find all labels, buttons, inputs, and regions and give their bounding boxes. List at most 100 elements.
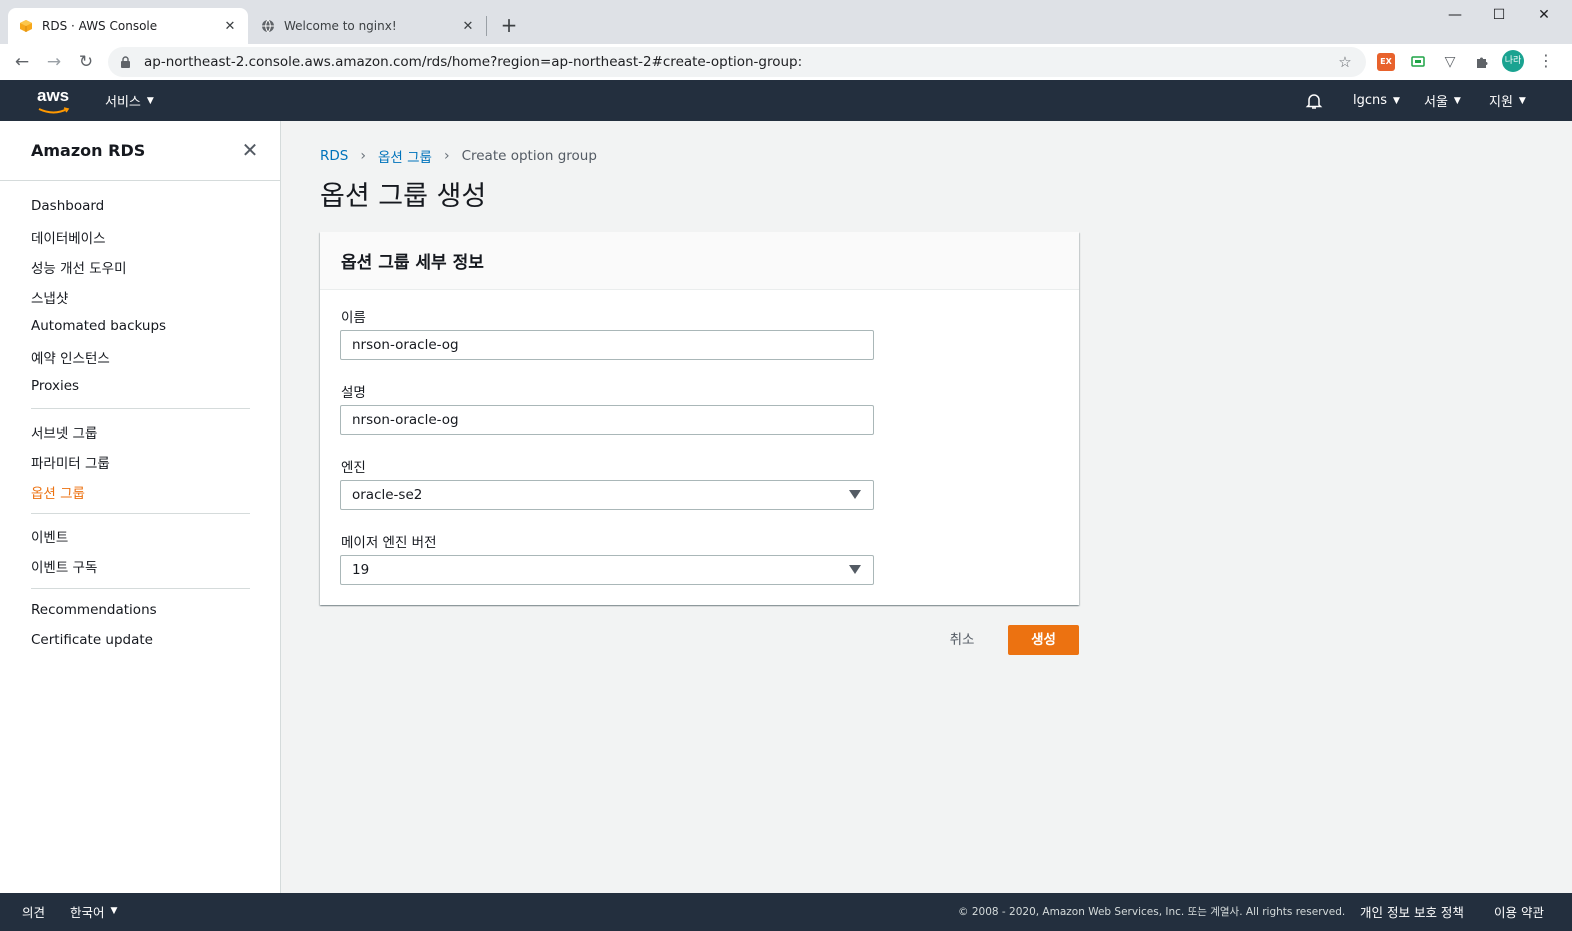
breadcrumb-current: Create option group [461, 148, 597, 164]
region-menu[interactable]: 서울 ▼ [1424, 80, 1461, 121]
sidebar-item-event-subscriptions[interactable]: 이벤트 구독 [31, 556, 97, 576]
reload-icon[interactable]: ↻ [72, 48, 100, 76]
profile-avatar[interactable]: 나라 [1502, 50, 1524, 72]
breadcrumb: RDS › 옵션 그룹 › Create option group [320, 146, 597, 166]
services-label: 서비스 [105, 95, 141, 110]
major-version-select-value: 19 [352, 562, 370, 578]
browser-tab-rds[interactable]: RDS · AWS Console ✕ [8, 8, 248, 44]
chevron-right-icon: › [443, 148, 450, 164]
sidebar-item-proxies[interactable]: Proxies [31, 378, 79, 394]
major-version-select[interactable]: 19 [340, 555, 874, 585]
browser-tabstrip: RDS · AWS Console ✕ Welcome to nginx! ✕ … [0, 0, 1572, 44]
description-input-value: nrson-oracle-og [352, 412, 459, 428]
sidebar-divider [0, 180, 280, 181]
aws-cube-icon [18, 18, 34, 34]
sidebar-item-events[interactable]: 이벤트 [31, 526, 68, 546]
create-button[interactable]: 생성 [1008, 625, 1079, 655]
sidebar-item-snapshots[interactable]: 스냅샷 [31, 287, 68, 307]
name-label: 이름 [341, 310, 366, 326]
aws-footer: 의견 한국어 ▼ © 2008 - 2020, Amazon Web Servi… [0, 893, 1572, 931]
caret-down-icon: ▼ [1518, 95, 1526, 106]
new-tab-plus-icon[interactable]: + [497, 13, 521, 37]
panel-title: 옵션 그룹 세부 정보 [341, 253, 484, 273]
sidebar-item-performance-insights[interactable]: 성능 개선 도우미 [31, 257, 127, 277]
caret-down-icon [849, 490, 861, 499]
panel-header: 옵션 그룹 세부 정보 [320, 232, 1079, 290]
sidebar-item-databases[interactable]: 데이터베이스 [31, 227, 106, 247]
description-input[interactable]: nrson-oracle-og [340, 405, 874, 435]
sidebar-item-recommendations[interactable]: Recommendations [31, 602, 157, 618]
sidebar-item-certificate-update[interactable]: Certificate update [31, 632, 153, 648]
engine-label: 엔진 [341, 460, 366, 476]
caret-down-icon: ▼ [1453, 95, 1461, 106]
sidebar-divider [31, 588, 250, 589]
sidebar-item-option-groups[interactable]: 옵션 그룹 [31, 482, 85, 502]
notifications-bell[interactable] [1305, 80, 1323, 121]
extension-green-icon[interactable] [1409, 53, 1427, 71]
caret-down-icon: ▼ [110, 906, 118, 916]
feedback-label: 의견 [22, 904, 46, 920]
privacy-policy-link[interactable]: 개인 정보 보호 정책 [1360, 893, 1464, 929]
minimize-icon[interactable]: — [1432, 0, 1478, 32]
sidebar-divider [31, 408, 250, 409]
page-title: 옵션 그룹 생성 [320, 181, 487, 212]
caret-down-icon: ▼ [146, 95, 154, 106]
aws-logo-text: aws [37, 86, 70, 105]
language-label: 한국어 [70, 904, 105, 920]
major-version-label: 메이저 엔진 버전 [341, 535, 437, 551]
bookmark-star-icon[interactable]: ☆ [1336, 53, 1354, 71]
engine-select-value: oracle-se2 [352, 487, 423, 503]
browser-tab-nginx[interactable]: Welcome to nginx! ✕ [250, 8, 486, 44]
sidebar-item-dashboard[interactable]: Dashboard [31, 198, 104, 214]
lock-icon [120, 55, 134, 69]
extension-v-icon[interactable]: ▽ [1441, 53, 1459, 71]
sidebar-item-automated-backups[interactable]: Automated backups [31, 318, 166, 334]
sidebar-title: Amazon RDS [31, 141, 146, 160]
feedback-link[interactable]: 의견 [22, 893, 45, 929]
region-label: 서울 [1424, 95, 1448, 110]
close-icon[interactable]: ✕ [460, 19, 476, 34]
close-icon[interactable]: ✕ [240, 139, 260, 161]
breadcrumb-option-groups[interactable]: 옵션 그룹 [378, 146, 432, 166]
aws-top-nav: aws 서비스 ▼ lgcns ▼ 서울 ▼ 지원 ▼ [0, 80, 1572, 121]
puzzle-extensions-icon[interactable] [1473, 53, 1491, 71]
chevron-right-icon: › [360, 148, 366, 164]
copyright-text: © 2008 - 2020, Amazon Web Services, Inc.… [958, 905, 1346, 918]
browser-toolbar: ← → ↻ ap-northeast-2.console.aws.amazon.… [0, 44, 1572, 80]
description-label: 설명 [341, 385, 366, 401]
support-label: 지원 [1489, 95, 1513, 110]
close-icon[interactable]: ✕ [222, 19, 238, 34]
rds-sidebar: Amazon RDS ✕ Dashboard 데이터베이스 성능 개선 도우미 … [0, 121, 281, 893]
support-menu[interactable]: 지원 ▼ [1489, 80, 1526, 121]
aws-smile-icon [38, 107, 70, 114]
option-group-details-panel: 옵션 그룹 세부 정보 이름 nrson-oracle-og 설명 nrson-… [320, 232, 1079, 605]
maximize-icon[interactable]: ☐ [1476, 0, 1522, 32]
caret-down-icon: ▼ [1393, 95, 1400, 106]
engine-select[interactable]: oracle-se2 [340, 480, 874, 510]
extension-ex-icon[interactable]: EX [1377, 53, 1395, 71]
forward-arrow-icon[interactable]: → [40, 48, 68, 76]
bell-icon [1305, 93, 1323, 109]
back-arrow-icon[interactable]: ← [8, 48, 36, 76]
cancel-button[interactable]: 취소 [936, 625, 988, 655]
name-input[interactable]: nrson-oracle-og [340, 330, 874, 360]
aws-logo[interactable]: aws [37, 86, 73, 116]
account-label: lgcns [1353, 93, 1388, 108]
breadcrumb-rds[interactable]: RDS [320, 148, 348, 164]
tab-separator [486, 16, 487, 36]
sidebar-item-reserved-instances[interactable]: 예약 인스턴스 [31, 347, 110, 367]
sidebar-divider [31, 513, 250, 514]
services-menu[interactable]: 서비스 ▼ [105, 80, 154, 121]
sidebar-item-parameter-groups[interactable]: 파라미터 그룹 [31, 452, 110, 472]
caret-down-icon [849, 565, 861, 574]
sidebar-item-subnet-groups[interactable]: 서브넷 그룹 [31, 422, 97, 442]
globe-icon [260, 18, 276, 34]
terms-of-use-link[interactable]: 이용 약관 [1494, 893, 1544, 929]
account-menu[interactable]: lgcns ▼ [1353, 80, 1400, 121]
window-close-icon[interactable]: ✕ [1521, 0, 1567, 32]
address-bar[interactable]: ap-northeast-2.console.aws.amazon.com/rd… [108, 47, 1366, 77]
language-selector[interactable]: 한국어 ▼ [70, 893, 117, 929]
browser-menu-icon[interactable]: ⋮ [1538, 51, 1554, 71]
tab-title: RDS · AWS Console [42, 19, 158, 33]
name-input-value: nrson-oracle-og [352, 337, 459, 353]
